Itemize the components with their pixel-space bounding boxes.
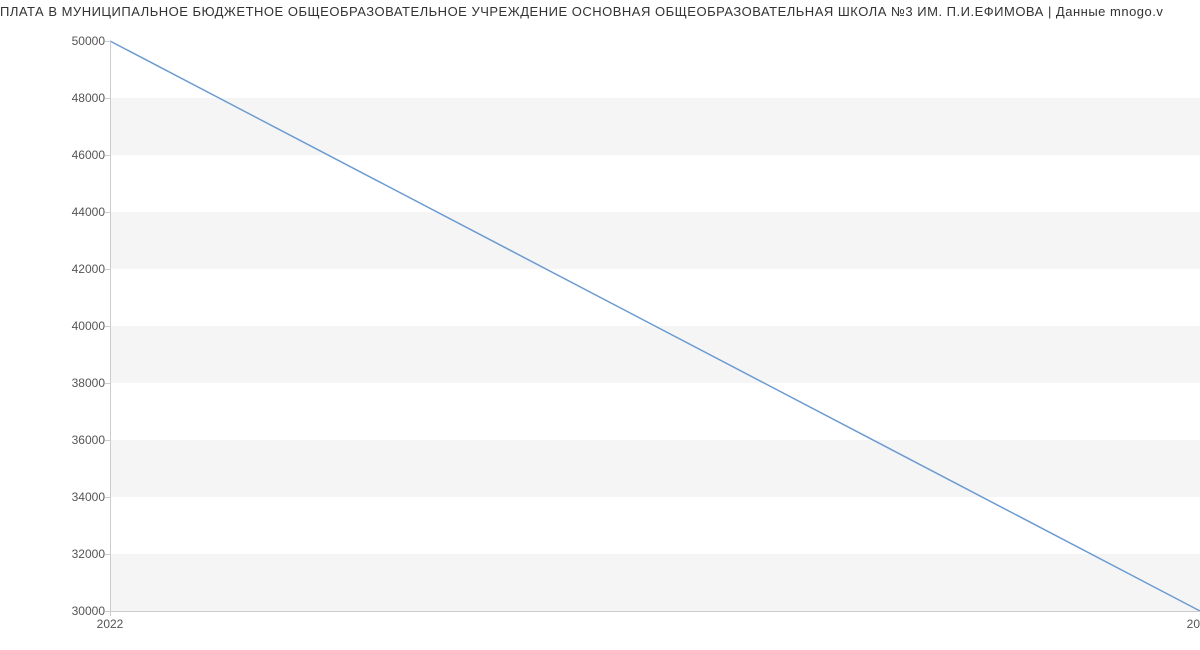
y-tick-label: 42000 — [5, 262, 105, 276]
y-tick — [105, 98, 110, 99]
y-tick — [105, 440, 110, 441]
y-tick — [105, 269, 110, 270]
y-tick — [105, 383, 110, 384]
chart-container: 30000 32000 34000 36000 38000 40000 42000 44000… — [0, 19, 1200, 639]
y-axis — [110, 41, 111, 611]
y-tick-label: 38000 — [5, 376, 105, 390]
y-tick-label: 48000 — [5, 91, 105, 105]
y-tick-label: 34000 — [5, 490, 105, 504]
y-tick — [105, 41, 110, 42]
y-tick-label: 36000 — [5, 433, 105, 447]
x-tick-label: 2024 — [1187, 617, 1200, 631]
y-tick — [105, 326, 110, 327]
x-axis — [110, 611, 1200, 612]
data-line — [110, 41, 1200, 611]
chart-svg — [110, 41, 1200, 611]
y-tick-label: 46000 — [5, 148, 105, 162]
y-tick — [105, 155, 110, 156]
y-tick — [105, 497, 110, 498]
x-tick — [110, 611, 111, 616]
y-tick-label: 44000 — [5, 205, 105, 219]
y-tick — [105, 212, 110, 213]
chart-title: ПЛАТА В МУНИЦИПАЛЬНОЕ БЮДЖЕТНОЕ ОБЩЕОБРА… — [0, 0, 1200, 19]
y-tick — [105, 554, 110, 555]
y-tick-label: 32000 — [5, 547, 105, 561]
y-tick-label: 50000 — [5, 34, 105, 48]
y-tick-label: 30000 — [5, 604, 105, 618]
plot-area — [110, 41, 1200, 611]
x-tick-label: 2022 — [97, 617, 124, 631]
y-tick-label: 40000 — [5, 319, 105, 333]
